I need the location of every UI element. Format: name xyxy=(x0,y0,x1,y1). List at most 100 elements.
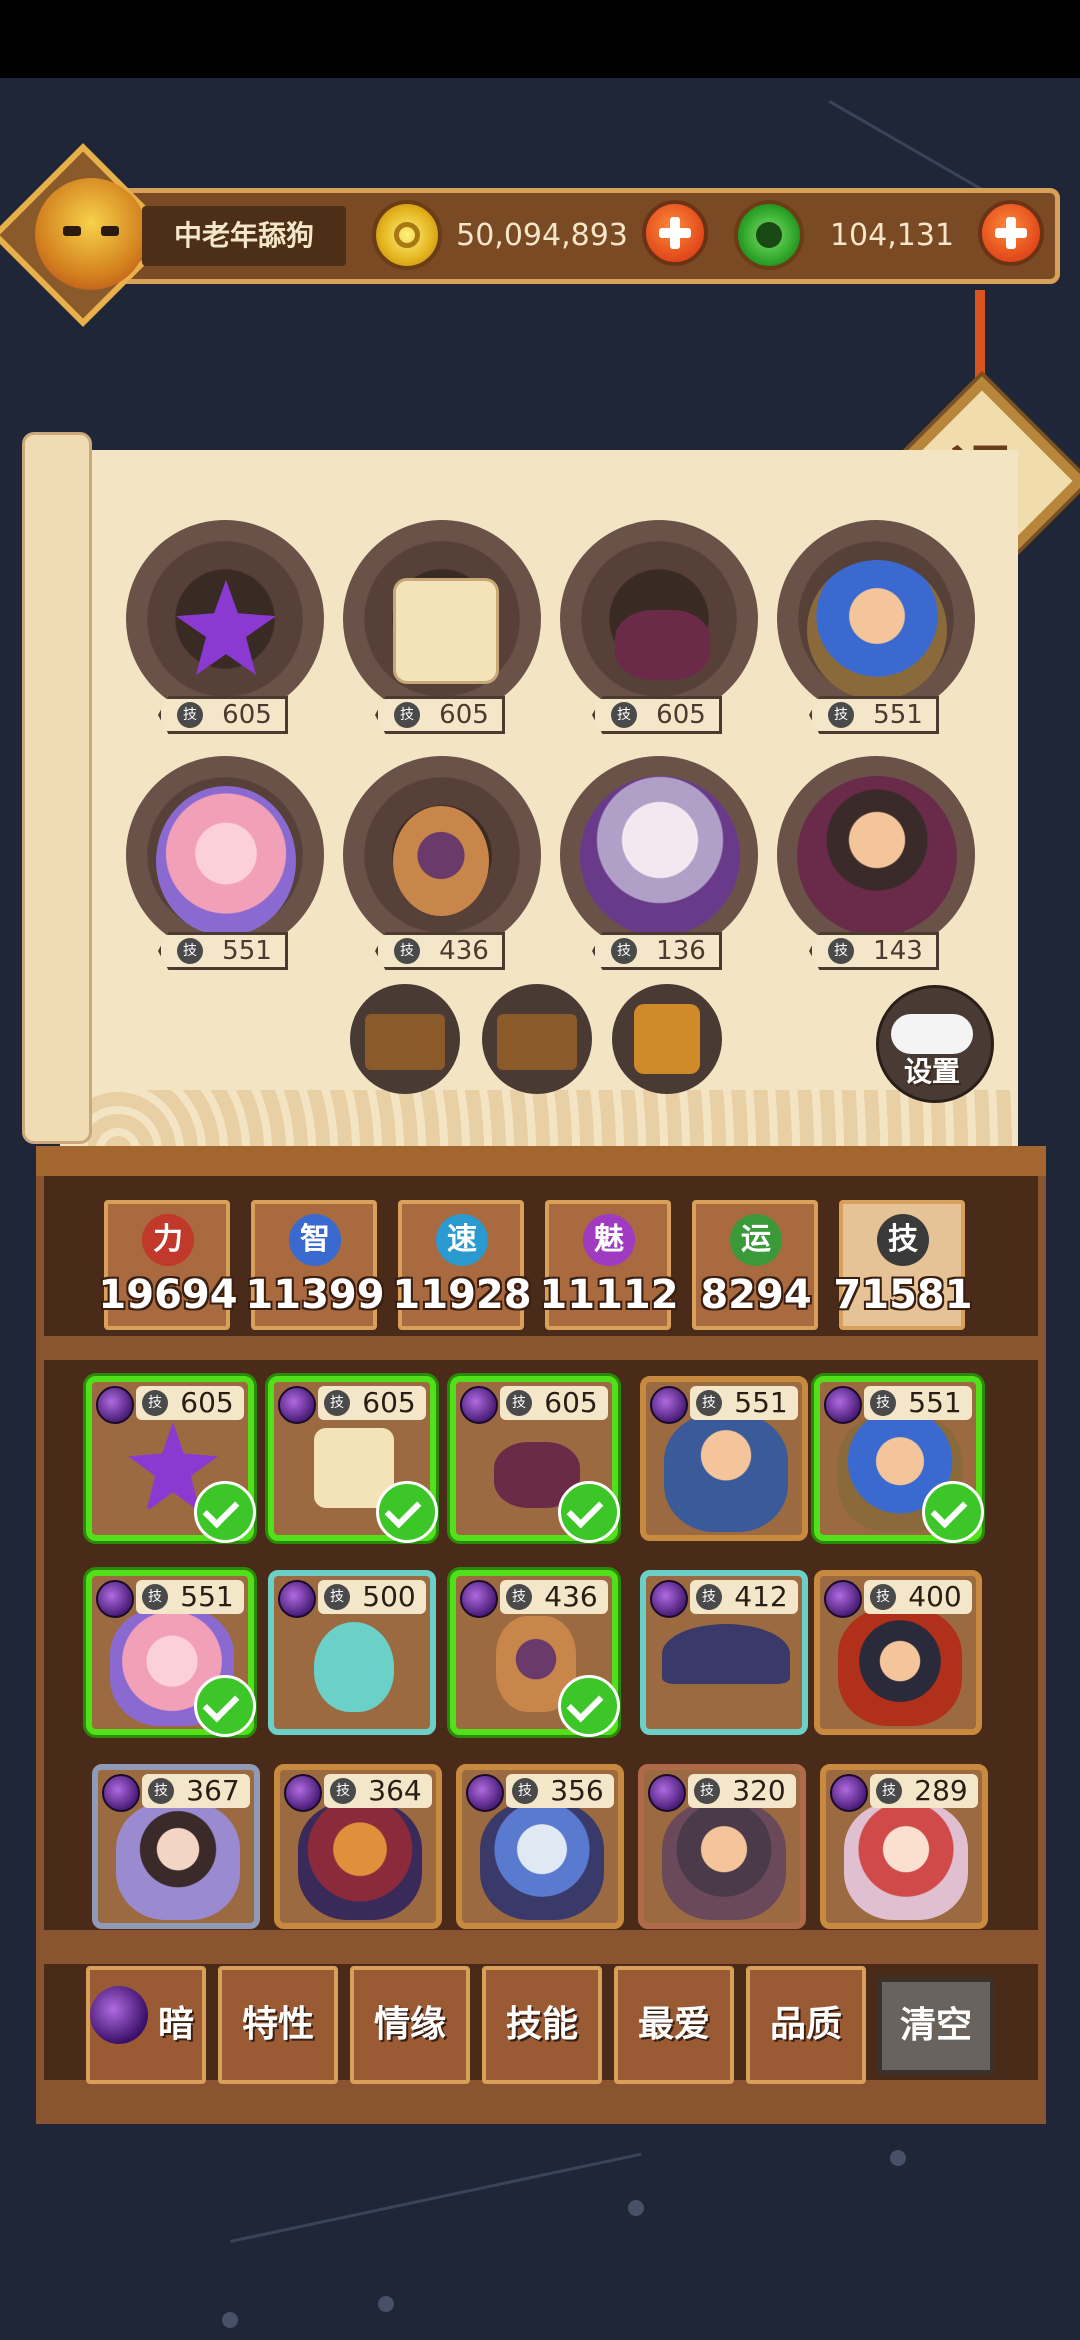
team-slot-7[interactable] xyxy=(560,756,758,954)
hero-card[interactable]: 技 364 xyxy=(274,1764,442,1929)
hero-skill-value: 364 xyxy=(368,1774,422,1807)
snow-girl-hero-icon xyxy=(116,1802,240,1920)
check-icon xyxy=(194,1675,256,1737)
shelf-bottom xyxy=(36,2080,1046,2124)
jade-amount: 104,131 xyxy=(829,218,955,253)
hero-skill-value: 605 xyxy=(180,1386,234,1419)
shelf-plank xyxy=(36,1930,1046,1964)
intellect-icon: 智 xyxy=(289,1214,341,1266)
dark-element-icon xyxy=(96,1386,134,1424)
dark-element-icon xyxy=(284,1774,322,1812)
team-slot-3-skill: 技 605 xyxy=(592,696,722,734)
add-jade-button[interactable] xyxy=(978,200,1044,266)
hero-card[interactable]: 技 412 xyxy=(640,1570,808,1735)
constellation-line xyxy=(828,100,986,193)
filter-bond-button[interactable]: 情缘 xyxy=(350,1966,470,2084)
team-slot-6-skill: 技 436 xyxy=(375,932,505,970)
hero-skill-value: 412 xyxy=(734,1580,788,1613)
dark-element-icon xyxy=(824,1580,862,1618)
clear-filter-button[interactable]: 清空 xyxy=(878,1978,994,2074)
hero-card[interactable]: 技 605 xyxy=(86,1376,256,1543)
hero-card[interactable]: 技 500 xyxy=(268,1570,436,1735)
team-slot-1-skill: 技 605 xyxy=(158,696,288,734)
hero-skill-value: 400 xyxy=(908,1580,962,1613)
filter-favorite-button[interactable]: 最爱 xyxy=(614,1966,734,2084)
hero-skill-value: 551 xyxy=(908,1386,962,1419)
constellation-star xyxy=(628,2200,644,2216)
team-slot-6[interactable] xyxy=(343,756,541,954)
status-bar xyxy=(0,0,1080,78)
luck-icon: 运 xyxy=(730,1214,782,1266)
demon-mask-icon[interactable] xyxy=(35,178,147,290)
stat-speed[interactable]: 速 11928 xyxy=(392,1200,532,1330)
food-box-icon[interactable] xyxy=(482,984,592,1094)
team-slot-5-skill: 技 551 xyxy=(158,932,288,970)
mooncake-box-icon[interactable] xyxy=(612,984,722,1094)
check-icon xyxy=(558,1675,620,1737)
general-hero-icon xyxy=(838,1608,962,1726)
stat-intellect[interactable]: 智 11399 xyxy=(245,1200,385,1330)
shelf-plank xyxy=(36,1336,1046,1360)
team-slot-8[interactable] xyxy=(777,756,975,954)
team-slot-4[interactable] xyxy=(777,520,975,718)
speed-icon: 速 xyxy=(436,1214,488,1266)
stat-skill[interactable]: 技 71581 xyxy=(833,1200,973,1330)
beetle-hero-icon xyxy=(393,806,489,916)
strength-icon: 力 xyxy=(142,1214,194,1266)
hero-card[interactable]: 技 367 xyxy=(92,1764,260,1929)
hero-card[interactable]: 技 356 xyxy=(456,1764,624,1929)
hero-card[interactable]: 技 551 xyxy=(86,1570,256,1737)
food-box-icon[interactable] xyxy=(350,984,460,1094)
check-icon xyxy=(558,1481,620,1543)
sorcerer-hero-icon xyxy=(797,776,957,936)
witch-girl-hero-icon xyxy=(156,786,296,936)
constellation-star xyxy=(378,2296,394,2312)
hero-skill-value: 356 xyxy=(550,1774,604,1807)
hero-card[interactable]: 技 436 xyxy=(450,1570,620,1737)
hero-card[interactable]: 技 289 xyxy=(820,1764,988,1929)
check-icon xyxy=(376,1481,438,1543)
team-slot-1[interactable] xyxy=(126,520,324,718)
hero-card[interactable]: 技 551 xyxy=(640,1376,808,1541)
hero-card[interactable]: 技 320 xyxy=(638,1764,806,1929)
dark-element-icon xyxy=(460,1386,498,1424)
stat-charm[interactable]: 魅 11112 xyxy=(539,1200,679,1330)
hero-skill-value: 551 xyxy=(180,1580,234,1613)
hero-card[interactable]: 技 605 xyxy=(268,1376,438,1543)
dark-element-icon xyxy=(650,1580,688,1618)
hero-card[interactable]: 技 605 xyxy=(450,1376,620,1543)
check-icon xyxy=(922,1481,984,1543)
white-hair-hero-icon xyxy=(580,776,740,936)
scroll-wave-pattern xyxy=(88,1090,1018,1146)
dark-element-icon xyxy=(466,1774,504,1812)
team-slot-8-skill: 技 143 xyxy=(809,932,939,970)
gold-coin-icon xyxy=(372,200,442,270)
hero-skill-value: 367 xyxy=(186,1774,240,1807)
dark-element-icon xyxy=(278,1386,316,1424)
filter-skill-button[interactable]: 技能 xyxy=(482,1966,602,2084)
dark-element-icon xyxy=(96,1580,134,1618)
player-name: 中老年舔狗 xyxy=(142,206,346,266)
skill-icon: 技 xyxy=(877,1214,929,1266)
stat-luck[interactable]: 运 8294 xyxy=(692,1200,818,1330)
gold-amount: 50,094,893 xyxy=(456,218,628,253)
hero-card[interactable]: 技 551 xyxy=(814,1376,984,1543)
settings-label[interactable]: 设置 xyxy=(882,1052,982,1092)
team-slot-2[interactable] xyxy=(343,520,541,718)
stat-strength[interactable]: 力 19694 xyxy=(98,1200,238,1330)
filter-quality-button[interactable]: 品质 xyxy=(746,1966,866,2084)
team-slot-4-skill: 技 551 xyxy=(809,696,939,734)
hero-skill-value: 289 xyxy=(914,1774,968,1807)
team-slot-5[interactable] xyxy=(126,756,324,954)
filter-trait-button[interactable]: 特性 xyxy=(218,1966,338,2084)
bearded-man-hero-icon xyxy=(664,1414,788,1532)
hero-skill-value: 551 xyxy=(734,1386,788,1419)
team-slot-3[interactable] xyxy=(560,520,758,718)
add-gold-button[interactable] xyxy=(642,200,708,266)
dark-element-icon xyxy=(460,1580,498,1618)
tofu-hero-icon xyxy=(393,578,499,684)
hero-skill-value: 500 xyxy=(362,1580,416,1613)
slime-hero-icon xyxy=(314,1622,394,1712)
constellation-star xyxy=(890,2150,906,2166)
hero-card[interactable]: 技 400 xyxy=(814,1570,982,1735)
